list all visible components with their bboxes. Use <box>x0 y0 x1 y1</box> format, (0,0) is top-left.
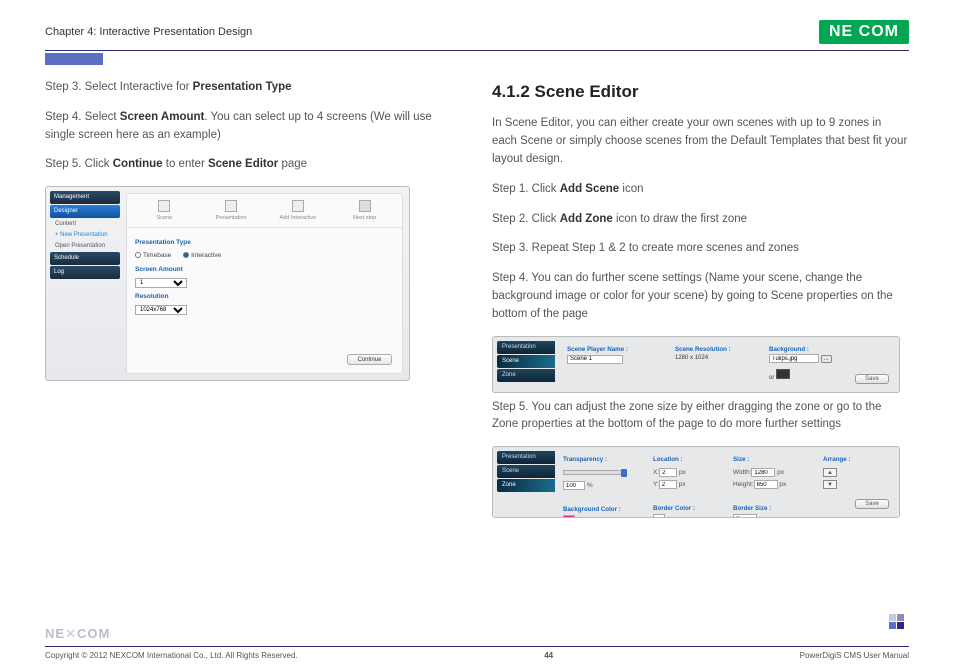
label-transparency: Transparency : <box>563 455 641 465</box>
label-presentation-type: Presentation Type <box>135 238 394 248</box>
sidebar: Management Designer Content + New Presen… <box>50 191 120 280</box>
chapter-title: Chapter 4: Interactive Presentation Desi… <box>45 26 252 38</box>
footer-logo: NE✕COM <box>45 626 909 642</box>
sidebar-item-management[interactable]: Management <box>50 191 120 204</box>
page-number: 44 <box>544 651 553 660</box>
tab-presentation[interactable]: Presentation <box>497 341 555 354</box>
label-scene-resolution: Scene Resolution : <box>675 345 731 355</box>
label-bg-color: Background Color : <box>563 505 641 515</box>
step3: Step 3. Select Interactive for Presentat… <box>45 79 462 97</box>
top-icon-presentation[interactable]: Presentation <box>201 200 261 223</box>
step5-right: Step 5. You can adjust the zone size by … <box>492 399 909 435</box>
tab-zone[interactable]: Zone <box>497 369 555 382</box>
tab-presentation-z[interactable]: Presentation <box>497 451 555 464</box>
label-or: or <box>769 375 774 381</box>
screenshot-scene-properties: Presentation Scene Zone Scene Player Nam… <box>492 336 900 393</box>
arrange-down[interactable]: ▼ <box>823 480 837 489</box>
label-scene-player-name: Scene Player Name : <box>567 345 628 355</box>
input-transparency[interactable] <box>563 481 585 490</box>
sidebar-item-designer[interactable]: Designer <box>50 205 120 218</box>
select-screen-amount[interactable]: 1 <box>135 278 187 288</box>
input-width[interactable] <box>751 468 775 477</box>
label-arrange: Arrange : <box>823 455 883 465</box>
label-size: Size : <box>733 455 813 465</box>
top-icon-scene[interactable]: Scene <box>134 200 194 223</box>
top-icon-next-step[interactable]: Next step <box>335 200 395 223</box>
label-border-size: Border Size : <box>733 504 813 514</box>
copyright: Copyright © 2012 NEXCOM International Co… <box>45 651 298 660</box>
border-color[interactable] <box>653 514 665 519</box>
save-button[interactable]: Save <box>855 374 889 384</box>
radio-interactive[interactable]: Interactive <box>183 251 221 261</box>
footer-squares-icon <box>889 614 909 634</box>
step1: Step 1. Click Add Scene icon <box>492 181 909 199</box>
left-column: Step 3. Select Interactive for Presentat… <box>45 79 462 524</box>
top-icon-add-interactive[interactable]: Add Interactive <box>268 200 328 223</box>
nexcom-logo: NE COM <box>819 20 909 44</box>
arrange-up[interactable]: ▲ <box>823 468 837 477</box>
sidebar-sub-content[interactable]: Content <box>51 219 120 229</box>
step5: Step 5. Click Continue to enter Scene Ed… <box>45 156 462 174</box>
save-button-zone[interactable]: Save <box>855 499 889 509</box>
input-x[interactable] <box>659 468 677 477</box>
step4-right: Step 4. You can do further scene setting… <box>492 270 909 323</box>
tab-scene[interactable]: Scene <box>497 355 555 368</box>
sidebar-sub-open-presentation[interactable]: Open Presentation <box>51 241 120 251</box>
label-location: Location : <box>653 455 725 465</box>
tab-zone-z[interactable]: Zone <box>497 479 555 492</box>
screenshot-presentation-type: Management Designer Content + New Presen… <box>45 186 410 381</box>
sidebar-item-log[interactable]: Log <box>50 266 120 279</box>
header-tab <box>45 53 103 65</box>
footer-rule <box>45 646 909 647</box>
step4: Step 4. Select Screen Amount. You can se… <box>45 109 462 145</box>
step3-right: Step 3. Repeat Step 1 & 2 to create more… <box>492 240 909 258</box>
input-bg-image[interactable] <box>769 354 819 363</box>
tab-scene-z[interactable]: Scene <box>497 465 555 478</box>
right-column: 4.1.2 Scene Editor In Scene Editor, you … <box>492 79 909 524</box>
bg-color-swatch[interactable] <box>776 369 790 379</box>
bg-color[interactable] <box>563 515 575 519</box>
label-resolution: Resolution <box>135 292 394 302</box>
screenshot-zone-properties: Presentation Scene Zone Transparency : %… <box>492 446 900 518</box>
slider-transparency[interactable] <box>563 470 625 475</box>
input-height[interactable] <box>754 480 778 489</box>
label-border-color: Border Color : <box>653 504 725 514</box>
header-rule <box>45 50 909 51</box>
label-background: Background : <box>769 345 832 355</box>
step2: Step 2. Click Add Zone icon to draw the … <box>492 211 909 229</box>
label-screen-amount: Screen Amount <box>135 265 394 275</box>
sidebar-item-schedule[interactable]: Schedule <box>50 252 120 265</box>
radio-timebase[interactable]: Timebase <box>135 251 171 261</box>
scene-editor-intro: In Scene Editor, you can either create y… <box>492 115 909 168</box>
continue-button[interactable]: Continue <box>347 354 392 365</box>
input-y[interactable] <box>659 480 677 489</box>
sidebar-sub-new-presentation[interactable]: + New Presentation <box>51 230 120 240</box>
select-resolution[interactable]: 1024x768 <box>135 305 187 315</box>
manual-name: PowerDigiS CMS User Manual <box>800 651 909 660</box>
section-heading: 4.1.2 Scene Editor <box>492 79 909 105</box>
input-border-size[interactable] <box>733 514 757 518</box>
input-scene-name[interactable] <box>567 355 623 364</box>
value-scene-resolution: 1280 x 1024 <box>675 354 731 363</box>
